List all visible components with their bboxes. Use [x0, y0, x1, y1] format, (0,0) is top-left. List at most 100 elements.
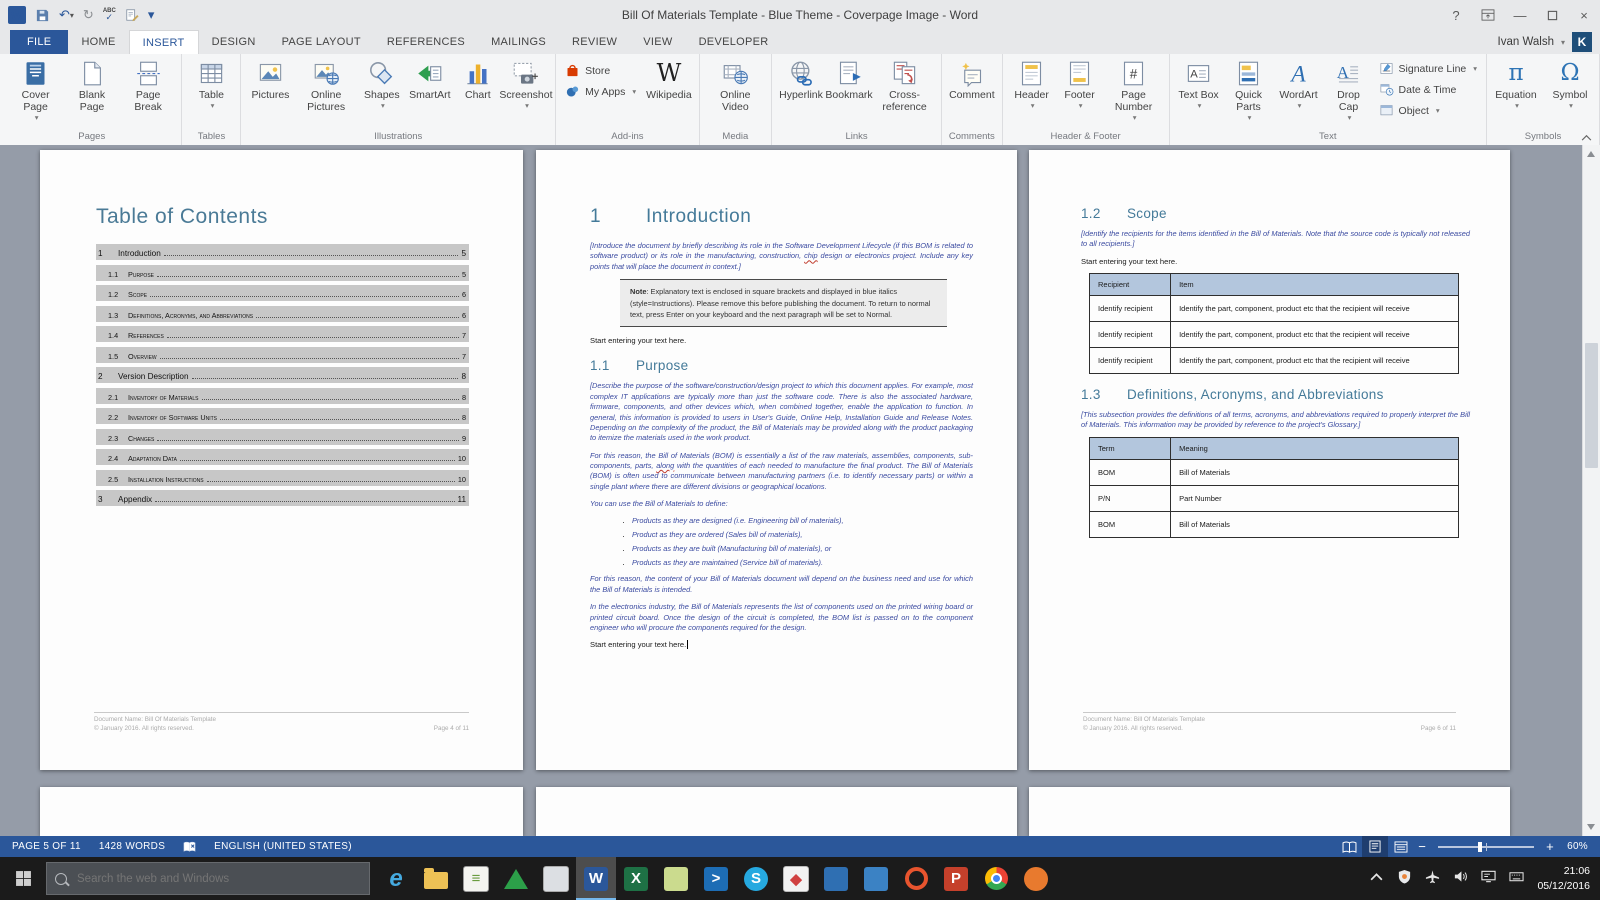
toc-entry[interactable]: 2Version Description8 [96, 367, 469, 383]
language-status[interactable]: ENGLISH (UNITED STATES) [205, 836, 361, 857]
toc-entry[interactable]: 2.3Changes9 [96, 429, 469, 445]
table-cell[interactable]: Identify the part, component, product et… [1171, 295, 1458, 321]
toc-entry[interactable]: 1Introduction5 [96, 244, 469, 260]
wordart-button[interactable]: A WordArt▾ [1275, 56, 1323, 110]
customize-qat-button[interactable]: ▾ [148, 7, 155, 23]
keyboard-icon[interactable] [1509, 869, 1524, 889]
spelling-grammar-button[interactable]: ABC✓ [103, 8, 116, 22]
table-header-cell[interactable]: Item [1171, 273, 1458, 295]
proofing-status-icon[interactable] [174, 836, 205, 857]
table-cell[interactable]: Identify recipient [1090, 347, 1171, 373]
toc-entry[interactable]: 1.3Definitions, Acronyms, and Abbreviati… [96, 306, 469, 322]
security-shield-icon[interactable] [1397, 869, 1412, 889]
toc-entry[interactable]: 1.1Purpose5 [96, 265, 469, 281]
table-cell[interactable]: P/N [1090, 486, 1171, 512]
scroll-up-arrow[interactable] [1587, 151, 1595, 157]
store-button[interactable]: Store [561, 60, 640, 81]
photo-viewer-icon[interactable]: ◆ [776, 857, 816, 900]
my-apps-button[interactable]: My Apps▾ [561, 81, 640, 102]
toc-entry[interactable]: 3Appendix11 [96, 490, 469, 506]
drop-cap-button[interactable]: A Drop Cap▾ [1325, 56, 1373, 122]
volume-icon[interactable] [1453, 869, 1468, 889]
sticky-notes-icon[interactable] [656, 857, 696, 900]
toc-entry[interactable]: 2.1Inventory of Materials8 [96, 388, 469, 404]
start-button[interactable] [0, 857, 46, 900]
chart-button[interactable]: Chart [454, 56, 502, 102]
online-video-button[interactable]: Online Video [705, 56, 766, 114]
wikipedia-button[interactable]: W Wikipedia [644, 56, 694, 102]
tab-mailings[interactable]: MAILINGS [478, 30, 559, 54]
close-button[interactable]: × [1568, 0, 1600, 30]
taskbar-search[interactable] [46, 862, 370, 895]
word-count[interactable]: 1428 WORDS [90, 836, 174, 857]
file-explorer-icon[interactable] [416, 857, 456, 900]
comment-button[interactable]: Comment [947, 56, 997, 102]
maximize-button[interactable] [1536, 0, 1568, 30]
photos-icon[interactable] [536, 857, 576, 900]
document-canvas[interactable]: Table of Contents 1Introduction51.1Purpo… [0, 145, 1600, 836]
tab-home[interactable]: HOME [68, 30, 128, 54]
table-header-cell[interactable]: Recipient [1090, 273, 1171, 295]
tab-references[interactable]: REFERENCES [374, 30, 478, 54]
zoom-level[interactable]: 60% [1558, 836, 1597, 857]
document-page-scope[interactable]: 1.2Scope [Identify the recipients for th… [1029, 150, 1510, 770]
collapse-ribbon-button[interactable] [1581, 128, 1592, 146]
opera-icon[interactable] [896, 857, 936, 900]
document-page-introduction[interactable]: 1Introduction [Introduce the document by… [536, 150, 1017, 770]
signature-line-button[interactable]: Signature Line▾ [1375, 58, 1481, 79]
pictures-button[interactable]: Pictures [246, 56, 294, 102]
table-cell[interactable]: Identify recipient [1090, 295, 1171, 321]
table-button[interactable]: Table▾ [187, 56, 235, 110]
symbol-button[interactable]: Ω Symbol▾ [1546, 56, 1594, 110]
blank-page-button[interactable]: Blank Page [64, 56, 120, 114]
quick-parts-button[interactable]: Quick Parts▾ [1225, 56, 1273, 122]
page-status[interactable]: PAGE 5 OF 11 [3, 836, 90, 857]
toc-entry[interactable]: 1.4References7 [96, 326, 469, 342]
document-page-next-row[interactable] [1029, 787, 1510, 836]
zoom-in-button[interactable]: + [1542, 839, 1558, 854]
smartart-button[interactable]: SmartArt [406, 56, 454, 102]
table-header-cell[interactable]: Term [1090, 438, 1171, 460]
cover-page-button[interactable]: Cover Page▾ [7, 56, 64, 122]
footer-button[interactable]: Footer▾ [1056, 56, 1104, 110]
bookmark-button[interactable]: Bookmark [825, 56, 873, 102]
minimize-button[interactable]: — [1504, 0, 1536, 30]
scroll-down-arrow[interactable] [1587, 824, 1595, 830]
table-cell[interactable]: Identify the part, component, product et… [1171, 347, 1458, 373]
table-cell[interactable]: Part Number [1171, 486, 1458, 512]
page-break-button[interactable]: Page Break [120, 56, 177, 114]
tab-file[interactable]: FILE [10, 30, 68, 54]
undo-button[interactable]: ↶▾ [59, 7, 74, 23]
document-page-next-row[interactable] [40, 787, 523, 836]
firefox-icon[interactable] [1016, 857, 1056, 900]
scrollbar-thumb[interactable] [1585, 343, 1598, 468]
tab-review[interactable]: REVIEW [559, 30, 630, 54]
page-number-button[interactable]: # Page Number▾ [1104, 56, 1164, 122]
table-header-cell[interactable]: Meaning [1171, 438, 1458, 460]
web-layout-button[interactable] [1388, 836, 1414, 857]
tab-insert[interactable]: INSERT [129, 30, 199, 54]
equation-button[interactable]: π Equation▾ [1492, 56, 1540, 110]
toc-entry[interactable]: 2.4Adaptation Data10 [96, 449, 469, 465]
shapes-button[interactable]: Shapes▾ [358, 56, 406, 110]
tray-chevron-up-icon[interactable] [1369, 869, 1384, 889]
help-button[interactable]: ? [1440, 0, 1472, 30]
table-cell[interactable]: Identify recipient [1090, 321, 1171, 347]
tab-design[interactable]: DESIGN [199, 30, 269, 54]
screenshot-button[interactable]: Screenshot▾ [502, 56, 550, 110]
cross-reference-button[interactable]: Cross-reference [873, 56, 936, 114]
save-button[interactable] [35, 8, 50, 23]
tab-view[interactable]: VIEW [630, 30, 685, 54]
header-button[interactable]: Header▾ [1008, 56, 1056, 110]
online-pictures-button[interactable]: Online Pictures [294, 56, 357, 114]
zoom-slider-thumb[interactable] [1478, 842, 1482, 852]
word-icon[interactable]: W [576, 857, 616, 900]
ribbon-display-options-button[interactable] [1472, 0, 1504, 30]
read-mode-button[interactable] [1336, 836, 1362, 857]
google-drive-icon[interactable] [496, 857, 536, 900]
powerpoint-icon[interactable]: P [936, 857, 976, 900]
powershell-icon[interactable]: > [696, 857, 736, 900]
skype-icon[interactable]: S [736, 857, 776, 900]
account-area[interactable]: Ivan Walsh ▾ K [1498, 30, 1592, 54]
taskbar-clock[interactable]: 21:06 05/12/2016 [1537, 864, 1590, 892]
